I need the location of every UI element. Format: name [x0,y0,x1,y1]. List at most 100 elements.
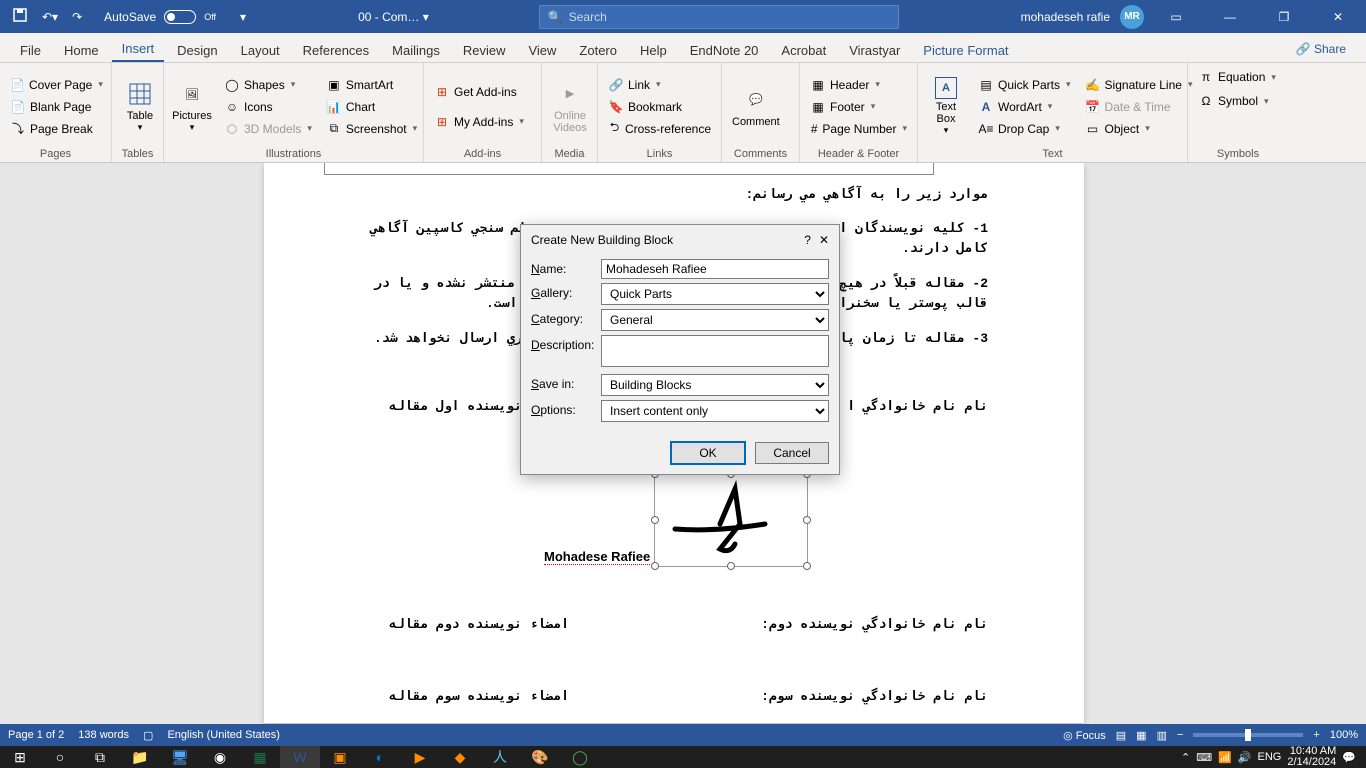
quick-parts-button[interactable]: ▤Quick Parts [974,75,1075,95]
zoom-slider[interactable] [1193,733,1303,737]
print-layout-icon[interactable]: ▦ [1136,729,1146,742]
tab-file[interactable]: File [10,37,51,62]
cover-page-button[interactable]: 📄Cover Page [6,75,105,95]
app-icon-2[interactable]: ◆ [440,746,480,768]
dropcap-button[interactable]: A≡Drop Cap [974,119,1075,139]
zoom-level[interactable]: 100% [1330,729,1358,741]
spell-check-icon[interactable]: ▢ [143,729,153,742]
dialog-close-icon[interactable]: ✕ [819,233,829,247]
smartart-button[interactable]: ▣SmartArt [322,75,421,95]
app-icon-1[interactable]: ▣ [320,746,360,768]
status-language[interactable]: English (United States) [167,729,280,741]
save-icon[interactable] [8,3,32,30]
focus-mode-button[interactable]: ◎ Focus [1063,729,1106,742]
cancel-button[interactable]: Cancel [755,442,829,464]
search-box[interactable]: 🔍 Search [539,5,899,29]
chrome-icon[interactable]: ◉ [200,746,240,768]
tray-volume-icon[interactable]: 🔊 [1238,751,1252,764]
tab-view[interactable]: View [518,37,566,62]
redo-icon[interactable]: ↷ [68,6,86,28]
tab-insert[interactable]: Insert [112,35,165,62]
cortana-icon[interactable]: ○ [40,746,80,768]
options-select[interactable]: Insert content only [601,400,829,422]
tab-endnote[interactable]: EndNote 20 [680,37,769,62]
explorer-icon[interactable]: 📁 [120,746,160,768]
tab-references[interactable]: References [293,37,379,62]
autosave-toggle[interactable]: AutoSave Off [96,2,224,32]
equation-button[interactable]: πEquation [1194,67,1282,87]
tray-language[interactable]: ENG [1258,751,1282,763]
undo-icon[interactable]: ↶▾ [38,6,62,28]
close-button[interactable]: ✕ [1316,0,1360,33]
excel-icon[interactable]: ▦ [240,746,280,768]
tab-virastyar[interactable]: Virastyar [839,37,910,62]
tab-acrobat[interactable]: Acrobat [771,37,836,62]
qa-dropdown[interactable]: ▾ [236,6,250,28]
tab-review[interactable]: Review [453,37,516,62]
tab-mailings[interactable]: Mailings [382,37,450,62]
web-layout-icon[interactable]: ▥ [1157,729,1167,742]
tray-wifi-icon[interactable]: 📶 [1218,751,1232,764]
online-videos-button[interactable]: ▶Online Videos [548,67,592,146]
minimize-button[interactable]: — [1208,0,1252,33]
tab-zotero[interactable]: Zotero [569,37,627,62]
read-mode-icon[interactable]: ▤ [1116,729,1126,742]
maximize-button[interactable]: ❐ [1262,0,1306,33]
link-button[interactable]: 🔗Link [604,75,715,95]
status-words[interactable]: 138 words [78,729,129,741]
icons-button[interactable]: ☺Icons [220,97,316,117]
zoom-out-button[interactable]: − [1177,729,1183,741]
category-select[interactable]: General [601,309,829,331]
screenshot-button[interactable]: ⧉Screenshot [322,119,421,139]
tab-help[interactable]: Help [630,37,677,62]
tab-picture-format[interactable]: Picture Format [913,37,1018,62]
bookmark-button[interactable]: 🔖Bookmark [604,97,715,117]
symbol-button[interactable]: ΩSymbol [1194,91,1282,111]
wordart-button[interactable]: AWordArt [974,97,1075,117]
date-time-button[interactable]: 📅Date & Time [1081,97,1197,117]
start-button[interactable]: ⊞ [0,746,40,768]
signature-image-selection[interactable] [654,473,808,567]
ribbon-display-icon[interactable]: ▭ [1154,0,1198,33]
footer-button[interactable]: ▦Footer [806,97,911,117]
tab-layout[interactable]: Layout [231,37,290,62]
page-number-button[interactable]: #Page Number [806,119,911,139]
savein-select[interactable]: Building Blocks [601,374,829,396]
page-break-button[interactable]: ⤵Page Break [6,119,105,139]
blank-page-button[interactable]: 📄Blank Page [6,97,105,117]
object-button[interactable]: ▭Object [1081,119,1197,139]
zoom-in-button[interactable]: + [1313,729,1319,741]
header-button[interactable]: ▦Header [806,75,911,95]
status-page[interactable]: Page 1 of 2 [8,729,64,741]
tab-design[interactable]: Design [167,37,227,62]
dialog-help-icon[interactable]: ? [804,233,811,247]
app-icon-4[interactable]: 🎨 [520,746,560,768]
tray-overflow-icon[interactable]: ⌃ [1181,751,1190,764]
tray-keyboard-icon[interactable]: ⌨ [1196,751,1212,764]
get-addins-button[interactable]: ⊞Get Add-ins [430,82,535,102]
app-icon-5[interactable]: ◯ [560,746,600,768]
chart-button[interactable]: 📊Chart [322,97,421,117]
table-button[interactable]: Table▾ [118,67,162,146]
app-icon-3[interactable]: 人 [480,746,520,768]
comment-button[interactable]: 💬Comment [728,67,784,146]
desktop-icon[interactable]: 🖥 [160,746,200,768]
tab-home[interactable]: Home [54,37,109,62]
textbox-button[interactable]: AText Box▾ [924,67,968,146]
description-input[interactable] [601,335,829,367]
edge-icon[interactable]: ◐ [360,746,400,768]
my-addins-button[interactable]: ⊞My Add-ins [430,112,535,132]
shapes-button[interactable]: ◯Shapes [220,75,316,95]
name-input[interactable] [601,259,829,279]
user-name[interactable]: mohadeseh rafie [1021,10,1110,24]
user-avatar[interactable]: MR [1120,5,1144,29]
gallery-select[interactable]: Quick Parts [601,283,829,305]
taskview-icon[interactable]: ⧉ [80,746,120,768]
word-icon[interactable]: W [280,746,320,768]
tray-clock[interactable]: 10:40 AM2/14/2024 [1287,746,1336,768]
media-icon[interactable]: ▶ [400,746,440,768]
pictures-button[interactable]: 🖼Pictures▾ [170,67,214,146]
3d-models-button[interactable]: ⬡3D Models [220,119,316,139]
cross-reference-button[interactable]: ⮌Cross-reference [604,119,715,139]
signature-line-button[interactable]: ✍Signature Line [1081,75,1197,95]
